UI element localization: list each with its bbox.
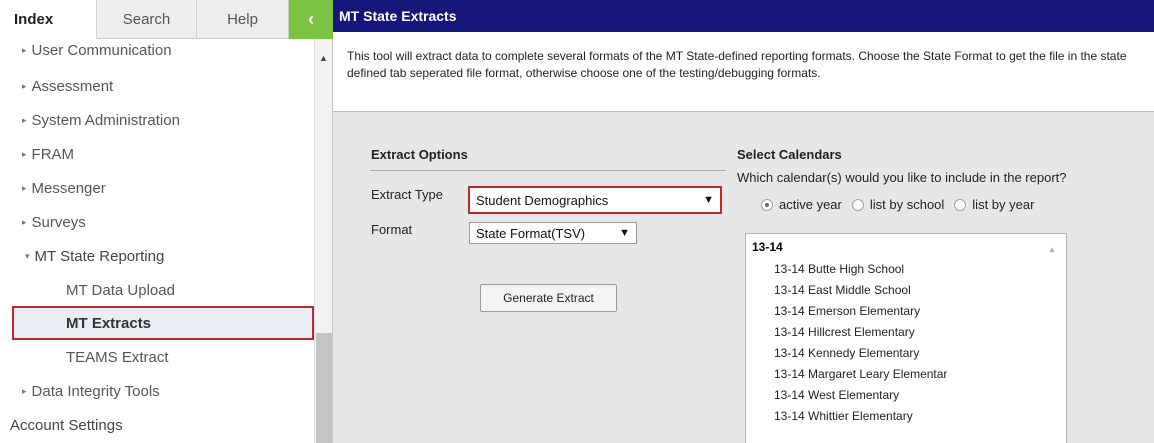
sidebar-item-system-administration[interactable]: ▸ System Administration — [0, 103, 315, 137]
sidebar-item-messenger[interactable]: ▸ Messenger — [0, 171, 315, 205]
page-title-bar: MT State Extracts — [333, 0, 1154, 32]
sidebar: Index Search Help ‹ ▸ User Communication… — [0, 0, 333, 443]
calendar-option[interactable]: 13-14 Kennedy Elementary — [774, 346, 919, 360]
sidebar-item-data-integrity-tools[interactable]: ▸ Data Integrity Tools — [0, 374, 315, 408]
extract-type-label: Extract Type — [371, 187, 444, 202]
triangle-down-icon: ▾ — [25, 250, 30, 261]
radio-list-by-school[interactable]: list by school — [851, 197, 945, 212]
calendar-group-label: 13-14 — [752, 240, 783, 254]
sidebar-item-user-communication[interactable]: ▸ User Communication — [0, 39, 315, 67]
radio-label: list by school — [869, 197, 945, 212]
sidebar-item-label: User Communication — [31, 41, 172, 59]
tool-description: This tool will extract data to complete … — [333, 32, 1154, 112]
format-select[interactable]: State Format(TSV) ▼ — [469, 222, 637, 244]
generate-extract-button[interactable]: Generate Extract — [480, 284, 617, 312]
sidebar-item-teams-extract[interactable]: TEAMS Extract — [0, 340, 315, 374]
scrollbar-thumb[interactable] — [316, 333, 332, 443]
sidebar-item-label: MT Extracts — [66, 314, 152, 332]
calendar-option[interactable]: 13-14 Butte High School — [774, 262, 904, 276]
radio-label: list by year — [972, 197, 1035, 212]
calendar-option[interactable]: 13-14 West Elementary — [774, 388, 899, 402]
sidebar-scrollbar[interactable]: ▲ — [314, 39, 332, 443]
radio-label: active year — [779, 197, 842, 212]
sidebar-item-assessment[interactable]: ▸ Assessment — [0, 69, 315, 103]
triangle-right-icon: ▸ — [22, 80, 27, 91]
sidebar-tabs: Index Search Help ‹ — [0, 0, 333, 39]
sidebar-item-label: TEAMS Extract — [66, 348, 169, 366]
triangle-right-icon: ▸ — [22, 182, 27, 193]
sidebar-item-label: Surveys — [31, 213, 86, 231]
radio-selected-icon[interactable] — [761, 198, 773, 211]
dropdown-arrow-icon: ▼ — [703, 194, 714, 206]
dropdown-arrow-icon: ▼ — [619, 227, 630, 239]
calendar-question: Which calendar(s) would you like to incl… — [737, 170, 1067, 185]
sidebar-item-mt-data-upload[interactable]: MT Data Upload — [0, 273, 315, 307]
sidebar-item-label: Account Settings — [10, 416, 123, 434]
select-calendars-heading: Select Calendars — [737, 147, 842, 162]
calendar-option[interactable]: 13-14 Emerson Elementary — [774, 304, 920, 318]
extract-type-select[interactable]: Student Demographics ▼ — [468, 186, 722, 214]
format-label: Format — [371, 222, 413, 237]
radio-unselected-icon[interactable] — [851, 198, 864, 211]
triangle-right-icon: ▸ — [22, 114, 27, 125]
sidebar-item-label: Messenger — [31, 179, 106, 197]
sidebar-item-account-settings[interactable]: Account Settings — [0, 408, 315, 442]
calendar-option[interactable]: 13-14 Hillcrest Elementary — [774, 325, 915, 339]
calendar-option[interactable]: 13-14 Whittier Elementary — [774, 409, 913, 423]
radio-unselected-icon[interactable] — [954, 198, 967, 211]
triangle-right-icon: ▸ — [22, 44, 27, 55]
sidebar-item-label: MT State Reporting — [34, 247, 165, 265]
tab-index[interactable]: Index — [0, 0, 97, 39]
radio-list-by-year[interactable]: list by year — [954, 197, 1034, 212]
scroll-up-arrow-icon[interactable]: ▲ — [1048, 245, 1056, 254]
sidebar-nav: ▸ User Communication ▸ Assessment ▸ Syst… — [0, 39, 315, 443]
sidebar-item-label: Data Integrity Tools — [31, 382, 160, 400]
calendar-radio-group: active year list by school list by year — [761, 197, 1044, 212]
calendar-option[interactable]: 13-14 Margaret Leary Elementar — [774, 367, 947, 381]
format-value: State Format(TSV) — [476, 225, 586, 241]
tab-search[interactable]: Search — [97, 0, 197, 39]
triangle-right-icon: ▸ — [22, 148, 27, 159]
calendar-option[interactable]: 13-14 East Middle School — [774, 283, 911, 297]
sidebar-item-fram[interactable]: ▸ FRAM — [0, 137, 315, 171]
page-title: MT State Extracts — [339, 8, 457, 24]
divider — [370, 170, 726, 171]
triangle-right-icon: ▸ — [22, 385, 27, 396]
calendar-listbox[interactable]: 13-14 ▲ 13-14 Butte High School 13-14 Ea… — [745, 233, 1067, 443]
sidebar-item-label: System Administration — [31, 111, 180, 129]
main-panel: MT State Extracts This tool will extract… — [333, 0, 1154, 443]
extract-type-value: Student Demographics — [476, 192, 609, 208]
tab-help[interactable]: Help — [197, 0, 289, 39]
triangle-right-icon: ▸ — [22, 216, 27, 227]
collapse-sidebar-button[interactable]: ‹ — [289, 0, 333, 39]
sidebar-item-mt-state-reporting[interactable]: ▾ MT State Reporting — [0, 239, 315, 273]
scroll-up-arrow-icon[interactable]: ▲ — [319, 53, 328, 63]
sidebar-item-mt-extracts[interactable]: MT Extracts — [12, 306, 314, 340]
chevron-left-icon: ‹ — [308, 9, 314, 29]
extract-options-heading: Extract Options — [371, 147, 468, 162]
sidebar-item-label: FRAM — [31, 145, 75, 163]
sidebar-item-label: MT Data Upload — [66, 281, 175, 299]
sidebar-item-surveys[interactable]: ▸ Surveys — [0, 205, 315, 239]
radio-active-year[interactable]: active year — [761, 197, 842, 212]
sidebar-item-label: Assessment — [31, 77, 114, 95]
